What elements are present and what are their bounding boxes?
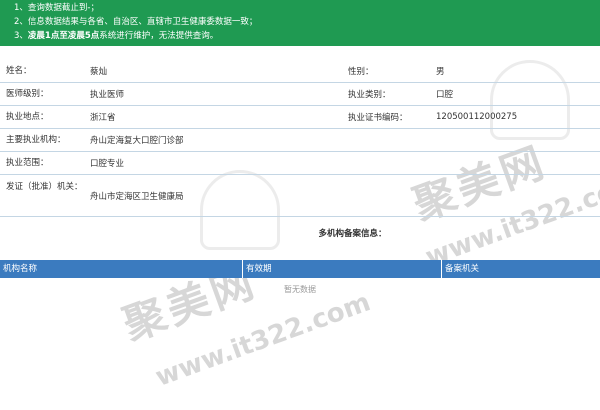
column-header-validity: 有效期 — [243, 260, 442, 278]
multi-institution-title: 多机构备案信息： — [0, 227, 600, 241]
empty-table-message: 暂无数据 — [284, 285, 316, 294]
cert-value: 120500112000275 — [436, 112, 518, 122]
column-header-registration-authority: 备案机关 — [445, 264, 480, 274]
info-row: 执业范围： 口腔专业 — [0, 152, 600, 175]
notice-line-3-bold: 凌晨1点至凌晨5点 — [27, 31, 100, 41]
multi-institution-title-text: 多机构备案信息： — [318, 229, 387, 239]
issuer-label: 发证（批准）机关： — [6, 182, 83, 192]
multi-institution-table-header: 机构名称 有效期 备案机关 — [0, 260, 600, 278]
name-value: 蔡灿 — [90, 67, 108, 77]
location-value: 浙江省 — [90, 113, 116, 123]
info-row: 执业地点： 浙江省 执业证书编码： 120500112000275 — [0, 106, 600, 129]
category-label: 执业类别： — [348, 90, 391, 100]
info-row: 发证（批准）机关： 舟山市定海区卫生健康局 — [0, 175, 600, 217]
location-label: 执业地点： — [6, 111, 49, 122]
gender-value: 男 — [436, 67, 445, 77]
info-row: 主要执业机构： 舟山定海复大口腔门诊部 — [0, 129, 600, 152]
issuer-value: 舟山市定海区卫生健康局 — [90, 191, 184, 202]
level-label: 医师级别： — [6, 88, 49, 99]
level-value: 执业医师 — [90, 90, 125, 100]
notice-line-1: 1、查询数据截止到-； — [14, 3, 99, 13]
institution-label: 主要执业机构： — [6, 134, 66, 145]
info-row: 姓名： 蔡灿 性别： 男 — [0, 60, 600, 83]
column-header-institution-name: 机构名称 — [0, 260, 243, 278]
doctor-info-table: 姓名： 蔡灿 性别： 男 医师级别： 执业医师 执业类别： 口腔 执业地点： 浙… — [0, 60, 600, 217]
institution-value: 舟山定海复大口腔门诊部 — [90, 136, 184, 146]
gender-label: 性别： — [348, 67, 374, 77]
scope-value: 口腔专业 — [90, 159, 125, 169]
watermark-url: www.it322.com — [151, 287, 375, 393]
notice-line-3-prefix: 3、 — [14, 31, 28, 41]
cert-label: 执业证书编码： — [348, 113, 408, 123]
name-label: 姓名： — [6, 65, 32, 76]
category-value: 口腔 — [436, 90, 454, 100]
notice-line-3-suffix: 系统进行维护，无法提供查询。 — [99, 31, 219, 41]
notice-banner: 1、查询数据截止到-； 2、信息数据结果与各省、自治区、直辖市卫生健康委数据一致… — [0, 0, 600, 46]
notice-line-2: 2、信息数据结果与各省、自治区、直辖市卫生健康委数据一致； — [14, 17, 258, 27]
notice-line-3: 3、凌晨1点至凌晨5点系统进行维护，无法提供查询。 — [14, 29, 600, 43]
scope-label: 执业范围： — [6, 157, 49, 168]
info-row: 医师级别： 执业医师 执业类别： 口腔 — [0, 83, 600, 106]
